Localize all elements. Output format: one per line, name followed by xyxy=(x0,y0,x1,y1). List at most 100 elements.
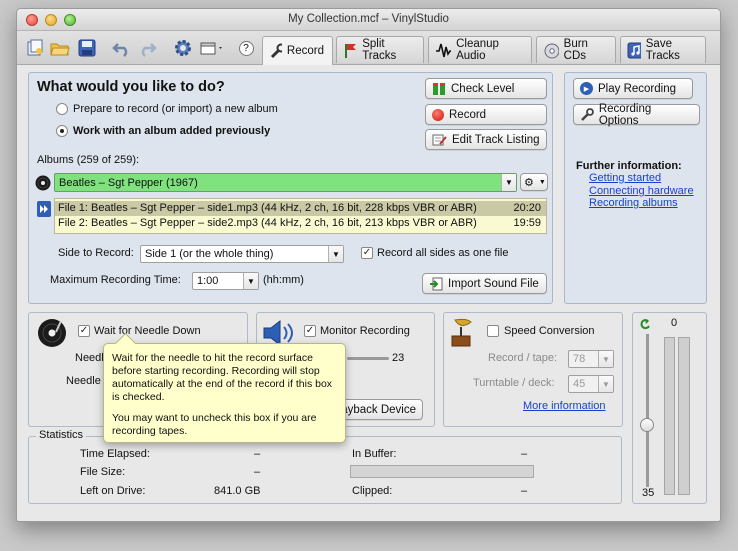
waveform-icon xyxy=(436,43,452,57)
max-recording-time-label: Maximum Recording Time: xyxy=(50,274,181,286)
option-existing-album[interactable]: Work with an album added previously xyxy=(56,125,270,137)
wrench-icon xyxy=(581,107,594,121)
recording-options-label: Recording Options xyxy=(598,102,652,127)
recording-albums-link[interactable]: Recording albums xyxy=(589,197,678,209)
buffer-progress-bar xyxy=(350,465,534,478)
file-row-1[interactable]: File 1: Beatles – Sgt Pepper – side1.mp3… xyxy=(55,201,546,216)
title-bar: My Collection.mcf – VinylStudio xyxy=(17,9,720,31)
connecting-hardware-link[interactable]: Connecting hardware xyxy=(589,185,694,197)
further-information-heading: Further information: xyxy=(576,160,682,172)
gear-icon: ⚙ xyxy=(524,176,534,189)
import-sound-file-button[interactable]: Import Sound File xyxy=(422,273,547,294)
import-sound-file-label: Import Sound File xyxy=(448,277,539,290)
level-meter-icon xyxy=(433,82,445,95)
left-on-drive-value: 841.0 GB xyxy=(214,485,261,497)
chevron-down-icon: ▼ xyxy=(501,174,516,191)
help-icon[interactable]: ? xyxy=(236,38,256,58)
monitor-recording-checkbox[interactable]: ✓ Monitor Recording xyxy=(304,325,410,337)
record-button[interactable]: Record xyxy=(425,104,547,125)
side-to-record-value: Side 1 (or the whole thing) xyxy=(145,248,274,260)
monitor-volume-slider[interactable] xyxy=(347,357,389,360)
monitor-volume-value: 23 xyxy=(392,352,405,364)
album-actions-menu-button[interactable]: ⚙ ▼ xyxy=(520,173,548,191)
edit-track-listing-label: Edit Track Listing xyxy=(452,133,540,146)
wait-for-needle-checkbox[interactable]: ✓ Wait for Needle Down xyxy=(78,325,201,337)
option-existing-album-radio[interactable] xyxy=(56,125,68,137)
in-buffer-value: – xyxy=(521,448,528,460)
edit-track-listing-button[interactable]: Edit Track Listing xyxy=(425,129,547,150)
redo-icon[interactable] xyxy=(137,38,157,58)
save-disk-icon[interactable] xyxy=(77,38,97,58)
edit-list-icon xyxy=(432,134,447,145)
tab-save-tracks[interactable]: Save Tracks xyxy=(620,36,706,63)
turntable-deck-select[interactable]: 45 ▼ xyxy=(568,375,614,393)
option-new-album[interactable]: Prepare to record (or import) a new albu… xyxy=(56,103,278,115)
close-window-button[interactable] xyxy=(26,14,38,26)
import-arrow-icon xyxy=(430,277,443,290)
monitor-recording-label: Monitor Recording xyxy=(320,325,410,337)
window-title: My Collection.mcf – VinylStudio xyxy=(288,13,449,25)
reset-arrow-icon[interactable] xyxy=(639,318,651,333)
play-recording-label: Play Recording xyxy=(598,82,676,95)
option-new-album-radio[interactable] xyxy=(56,103,68,115)
speed-conversion-check[interactable] xyxy=(487,325,499,337)
wait-for-needle-check[interactable]: ✓ xyxy=(78,325,90,337)
tab-split-tracks-label: Split Tracks xyxy=(362,38,397,62)
zoom-window-button[interactable] xyxy=(64,14,76,26)
album-select[interactable]: Beatles – Sgt Pepper (1967) ▼ xyxy=(54,173,517,192)
speed-conversion-checkbox[interactable]: Speed Conversion xyxy=(487,325,595,337)
record-tape-select[interactable]: 78 ▼ xyxy=(568,350,614,368)
turntable-icon xyxy=(37,318,67,351)
play-recording-button[interactable]: ▶ Play Recording xyxy=(573,78,693,99)
record-all-sides-check[interactable]: ✓ xyxy=(361,247,373,259)
more-information-link[interactable]: More information xyxy=(523,400,606,412)
file-size-label: File Size: xyxy=(80,466,126,478)
input-gain-value: 35 xyxy=(642,487,655,499)
settings-gear-icon[interactable] xyxy=(173,38,193,58)
play-files-icon[interactable] xyxy=(37,201,51,220)
flag-icon xyxy=(345,43,356,58)
statistics-title: Statistics xyxy=(36,429,87,441)
max-recording-time-select[interactable]: 1:00 ▼ xyxy=(192,272,259,290)
gramophone-icon xyxy=(449,318,475,351)
record-tape-label: Record / tape: xyxy=(488,352,558,364)
undo-icon[interactable] xyxy=(112,38,132,58)
tab-burn-cds[interactable]: Burn CDs xyxy=(536,36,616,63)
right-channel-meter xyxy=(678,337,690,495)
app-window: My Collection.mcf – VinylStudio ? Record… xyxy=(16,8,721,522)
file-row-1-duration: 20:20 xyxy=(513,202,541,214)
record-tape-value: 78 xyxy=(573,353,586,365)
file-size-value: – xyxy=(254,466,261,478)
tab-cleanup-audio[interactable]: Cleanup Audio xyxy=(428,36,532,63)
monitor-recording-check[interactable]: ✓ xyxy=(304,325,316,337)
input-gain-slider-thumb[interactable] xyxy=(640,418,654,432)
side-to-record-select[interactable]: Side 1 (or the whole thing) ▼ xyxy=(140,245,344,263)
file-row-1-name: File 1: Beatles – Sgt Pepper – side1.mp3… xyxy=(58,202,477,214)
record-dot-icon xyxy=(432,108,444,121)
record-all-sides-checkbox[interactable]: ✓ Record all sides as one file xyxy=(361,247,508,259)
tab-record[interactable]: Record xyxy=(262,36,333,65)
recording-options-button[interactable]: Recording Options xyxy=(573,102,700,127)
left-on-drive-label: Left on Drive: xyxy=(80,485,146,497)
file-row-2-duration: 19:59 xyxy=(513,217,541,229)
tooltip-paragraph-2: You may want to uncheck this box if you … xyxy=(112,412,317,437)
level-peak-value: 0 xyxy=(671,317,678,329)
time-elapsed-value: – xyxy=(254,448,261,460)
clipped-value: – xyxy=(521,485,528,497)
file-row-2-name: File 2: Beatles – Sgt Pepper – side2.mp3… xyxy=(58,217,477,229)
wrench-icon xyxy=(270,43,282,58)
toolbar: ? Record Split Tracks Cleanup Audio Burn… xyxy=(17,31,720,65)
minimize-window-button[interactable] xyxy=(45,14,57,26)
new-collection-icon[interactable] xyxy=(25,38,45,58)
input-gain-slider-track[interactable] xyxy=(646,334,649,487)
open-folder-icon[interactable] xyxy=(50,38,70,58)
vinyl-record-icon xyxy=(35,175,51,194)
check-level-button[interactable]: Check Level xyxy=(425,78,547,99)
turntable-deck-label: Turntable / deck: xyxy=(473,377,555,389)
file-row-2[interactable]: File 2: Beatles – Sgt Pepper – side2.mp3… xyxy=(55,216,546,231)
option-existing-album-label: Work with an album added previously xyxy=(73,125,271,137)
wait-for-needle-tooltip: Wait for the needle to hit the record su… xyxy=(103,343,346,443)
window-menu-icon[interactable] xyxy=(199,38,225,58)
tab-split-tracks[interactable]: Split Tracks xyxy=(336,36,424,63)
getting-started-link[interactable]: Getting started xyxy=(589,172,661,184)
